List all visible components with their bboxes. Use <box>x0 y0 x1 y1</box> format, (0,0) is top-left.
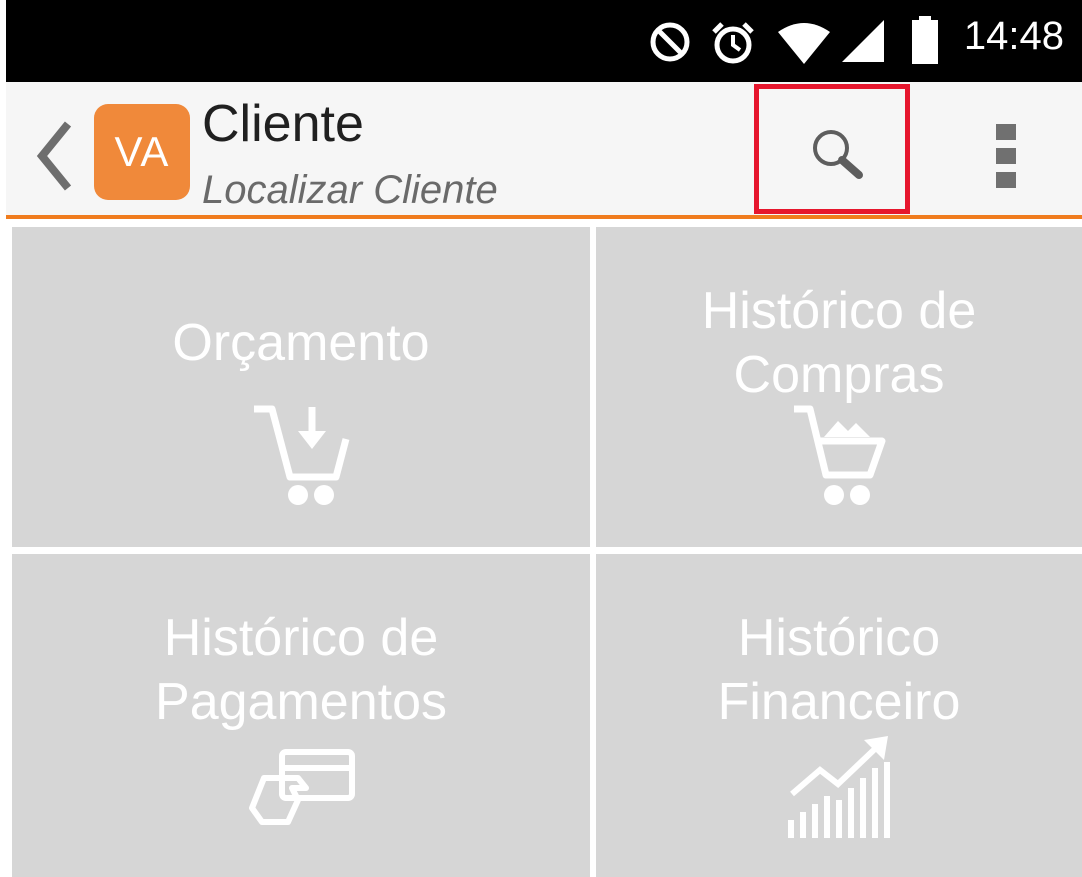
page-title: Cliente <box>202 95 364 153</box>
cart-full-icon <box>794 405 886 505</box>
tile-historico-compras[interactable]: Histórico de Compras <box>596 227 1082 547</box>
alarm-icon <box>712 22 754 64</box>
tile-historico-pagamentos[interactable]: Histórico de Pagamentos <box>12 554 590 877</box>
search-button[interactable] <box>754 84 910 214</box>
tile-label-line1: Histórico de <box>163 609 439 667</box>
wifi-icon <box>778 23 830 64</box>
tile-label-line1: Histórico <box>737 609 941 667</box>
tile-historico-financeiro[interactable]: Histórico Financeiro <box>596 554 1082 877</box>
overflow-menu-icon[interactable] <box>992 120 1022 190</box>
action-bar: VA Cliente Localizar Cliente <box>6 82 1082 219</box>
tile-orcamento[interactable]: Orçamento <box>12 227 590 547</box>
dnd-icon <box>650 22 690 62</box>
tile-label: Orçamento <box>172 314 430 372</box>
growth-chart-icon <box>788 736 890 838</box>
tile-label-line2: Financeiro <box>717 673 961 731</box>
status-time: 14:48 <box>963 14 1064 58</box>
tile-label-line2: Compras <box>733 346 945 404</box>
back-arrow-icon[interactable] <box>34 120 74 192</box>
battery-icon <box>912 16 938 64</box>
tile-label-line1: Histórico de <box>701 282 977 340</box>
avatar: VA <box>94 104 190 200</box>
cart-add-icon <box>254 405 350 505</box>
page-subtitle: Localizar Cliente <box>202 168 498 212</box>
card-payment-icon <box>249 749 355 825</box>
signal-icon <box>842 20 884 62</box>
search-icon <box>813 130 863 179</box>
status-bar: 14:48 <box>6 0 1082 82</box>
tile-label-line2: Pagamentos <box>155 673 447 731</box>
